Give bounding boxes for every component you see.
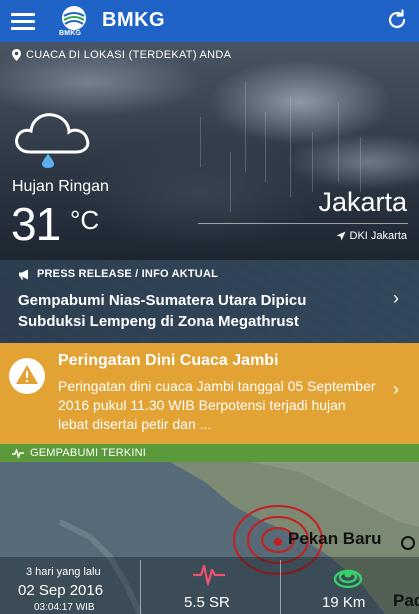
press-release-title: Gempabumi Nias-Sumatera Utara Dipicu Sub…	[18, 292, 307, 330]
weather-warning-card[interactable]: Peringatan Dini Cuaca Jambi Peringatan d…	[0, 343, 419, 444]
press-release-label: PRESS RELEASE / INFO AKTUAL	[37, 268, 219, 280]
seismograph-icon	[193, 564, 225, 586]
location-hint: CUACA DI LOKASI (TERDEKAT) ANDA	[12, 49, 231, 61]
province-label: DKI Jakarta	[349, 230, 407, 242]
stat-divider	[280, 560, 281, 614]
city-divider	[198, 223, 408, 224]
location-hint-label: CUACA DI LOKASI (TERDEKAT) ANDA	[26, 49, 232, 61]
press-release-card[interactable]: PRESS RELEASE / INFO AKTUAL Gempabumi Ni…	[0, 260, 419, 343]
weather-condition: Hujan Ringan	[12, 178, 109, 195]
warning-triangle-icon	[9, 358, 45, 394]
temperature: 31	[11, 198, 61, 250]
map-place-label: Pekan Baru	[288, 529, 382, 548]
earthquake-time-ago: 3 hari yang lalu	[26, 566, 101, 578]
navigation-arrow-icon	[336, 231, 346, 241]
press-release-header: PRESS RELEASE / INFO AKTUAL	[18, 268, 218, 280]
pulse-icon	[12, 448, 24, 458]
rain-cloud-icon	[15, 113, 90, 168]
map-place-label-2: Pada	[393, 591, 419, 610]
temperature-unit: °C	[70, 205, 100, 235]
depth-rings-icon	[333, 569, 363, 588]
chevron-right-icon: ›	[393, 288, 399, 308]
city-name: Jakarta	[318, 187, 407, 217]
refresh-icon[interactable]	[385, 8, 409, 32]
earthquake-time: 03:04:17 WIB	[34, 602, 95, 613]
stat-divider	[140, 560, 141, 614]
earthquake-header: GEMPABUMI TERKINI	[0, 444, 419, 462]
earthquake-map-card[interactable]: Pekan Baru Pada 3 hari yang lalu 02 Sep …	[0, 462, 419, 614]
logo-text: BMKG	[59, 30, 82, 37]
chevron-right-icon: ›	[393, 379, 399, 399]
app-bar: BMKG BMKG	[0, 0, 419, 42]
warning-title: Peringatan Dini Cuaca Jambi	[58, 352, 279, 369]
app-title: BMKG	[102, 9, 166, 31]
megaphone-icon	[19, 269, 28, 280]
location-pin-icon	[12, 49, 21, 61]
earthquake-date: 02 Sep 2016	[18, 582, 104, 599]
earthquake-magnitude: 5.5 SR	[184, 594, 230, 611]
warning-text: Peringatan dini cuaca Jambi tanggal 05 S…	[58, 378, 376, 432]
menu-icon[interactable]	[11, 13, 35, 30]
weather-panel[interactable]: CUACA DI LOKASI (TERDEKAT) ANDA Hujan Ri…	[0, 42, 419, 260]
province: DKI Jakarta	[336, 230, 407, 242]
earthquake-header-label: GEMPABUMI TERKINI	[30, 447, 147, 459]
earthquake-depth: 19 Km	[322, 594, 366, 611]
